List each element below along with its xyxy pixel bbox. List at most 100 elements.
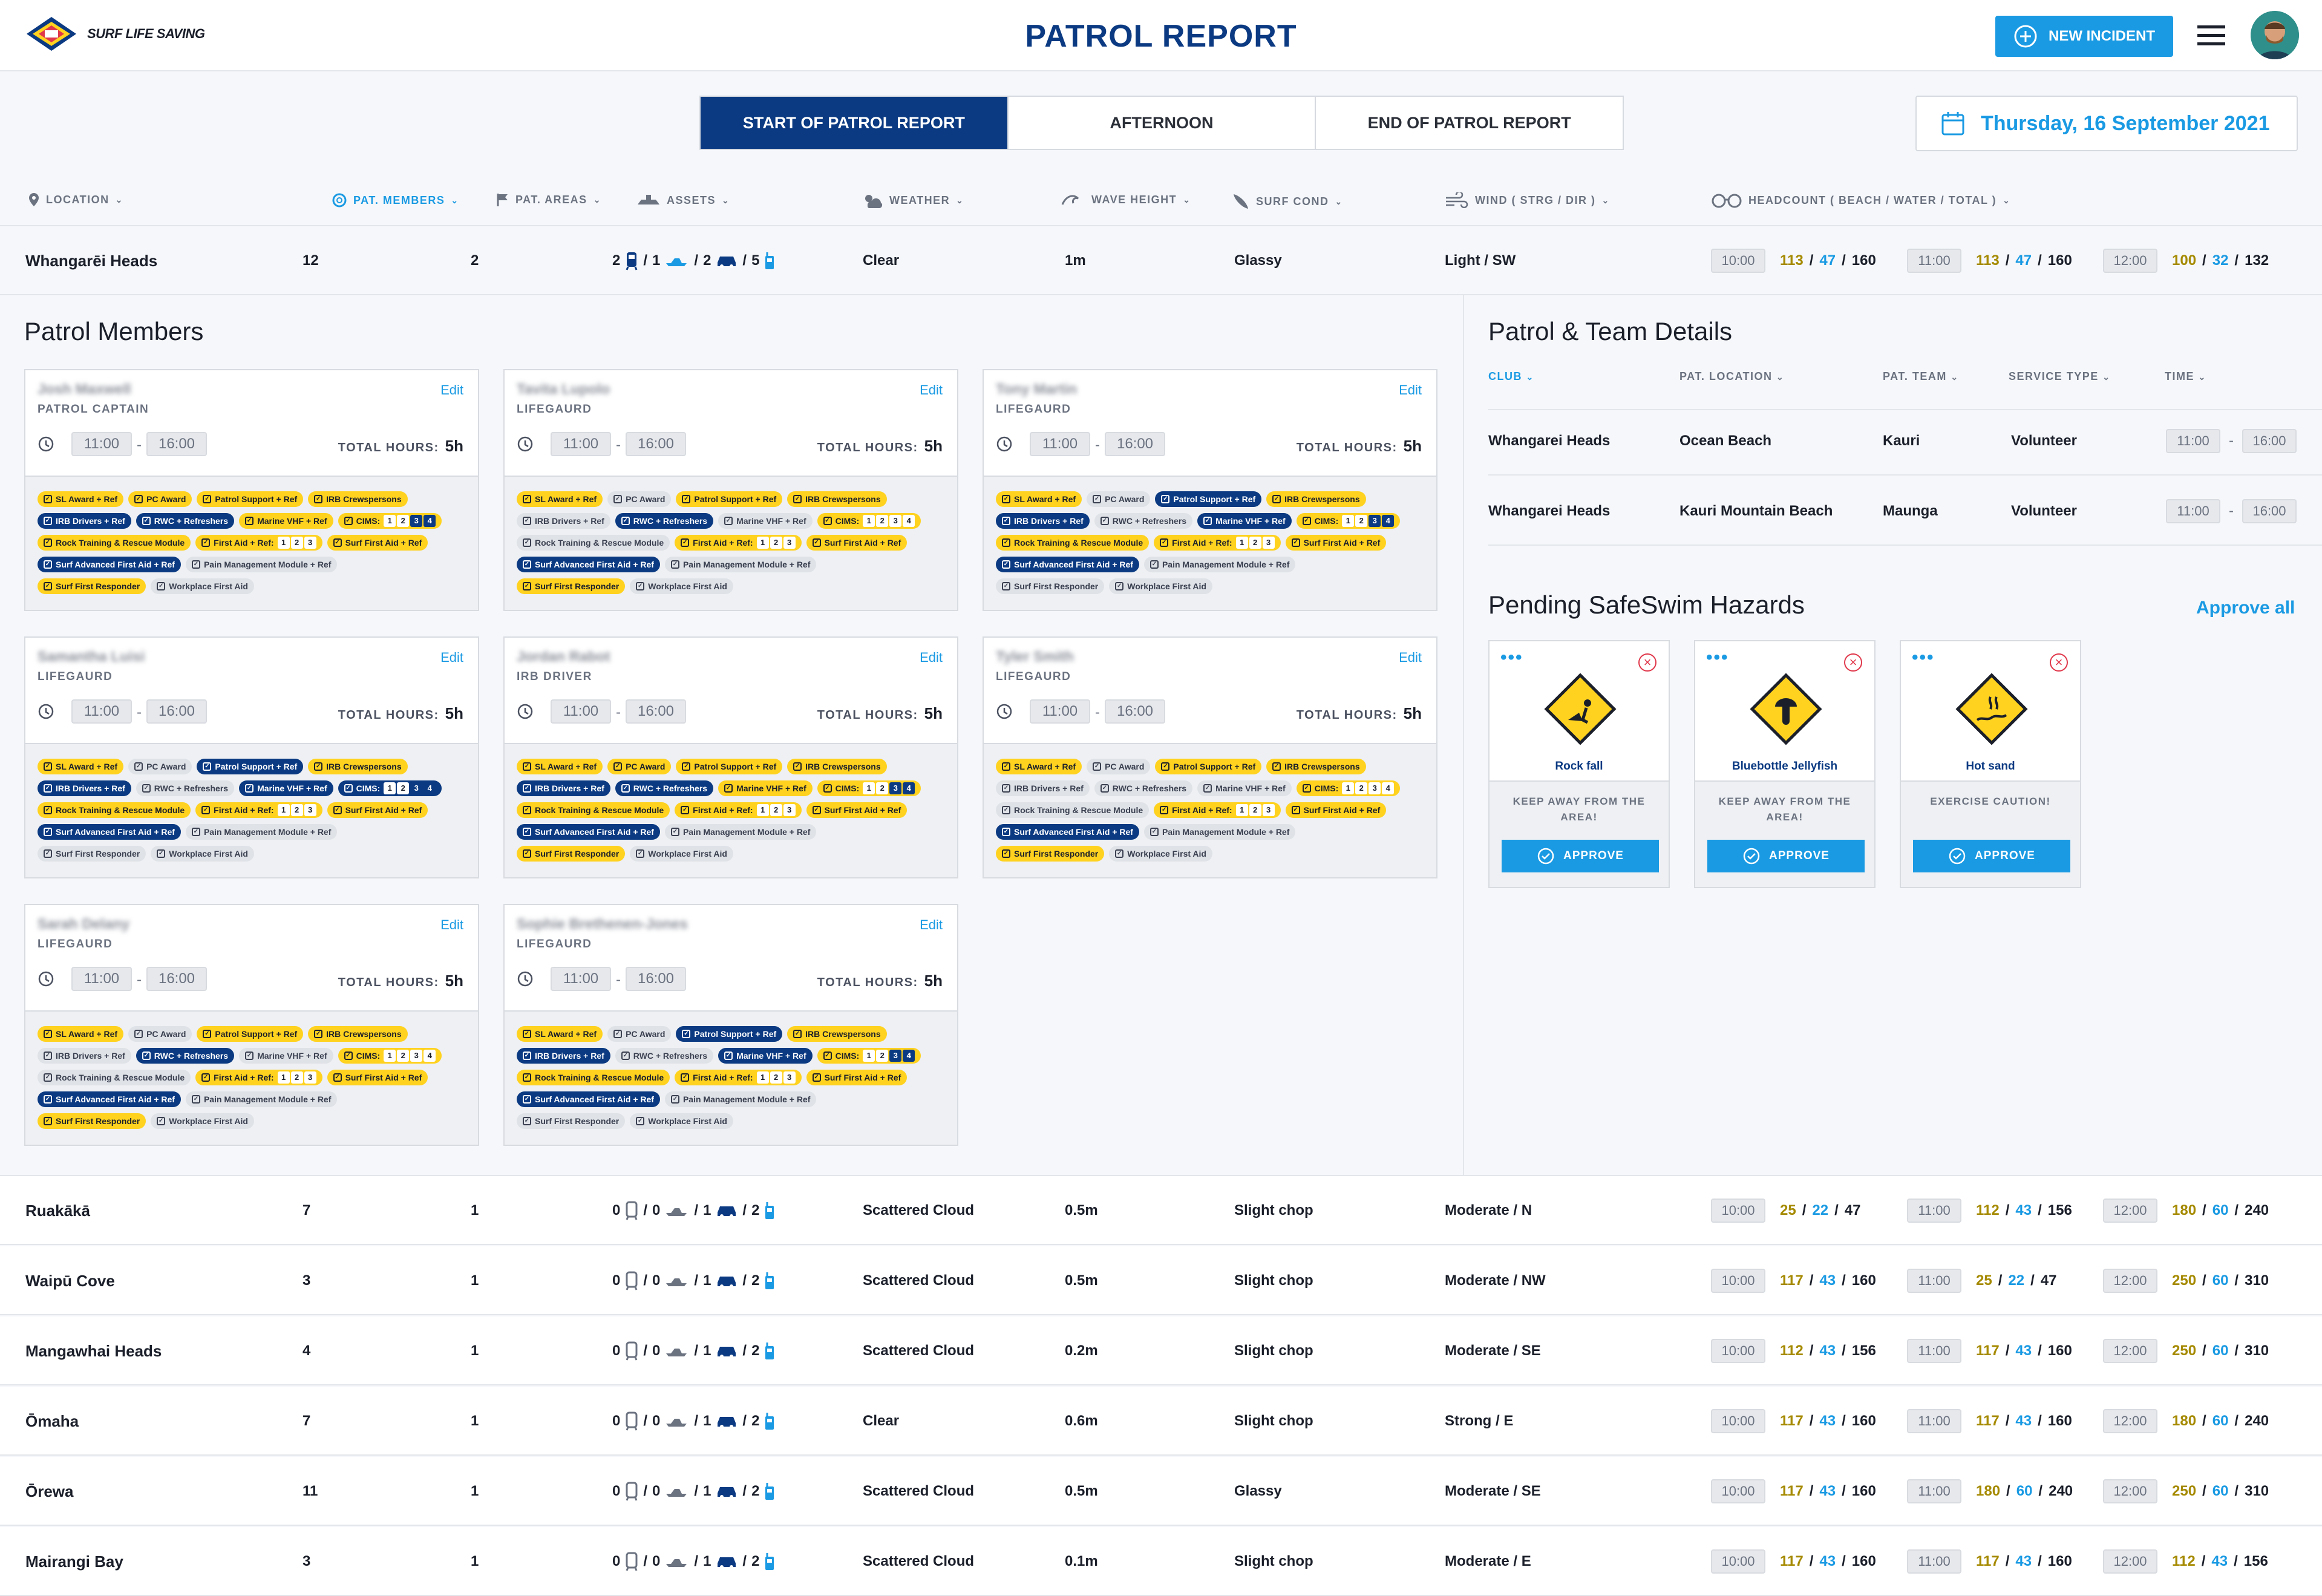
tab-end-of-patrol[interactable]: END OF PATROL REPORT [1315, 97, 1623, 149]
time-end[interactable]: 16:00 [2242, 499, 2297, 523]
col-wave-height[interactable]: WAVE HEIGHT ⌄ [1061, 192, 1191, 207]
time-separator: - [137, 704, 142, 721]
end-time[interactable]: 16:00 [146, 432, 207, 456]
time-chip: 11:00 [1907, 1269, 1961, 1293]
badge-cims: ✓ CIMS: 1 2 3 4 [338, 780, 442, 796]
table-row[interactable]: Ruakākā 7 1 0/0/1/2 Scattered Cloud 0.5m… [0, 1176, 2322, 1245]
badge-row: ✓ Rock Training & Rescue Module ✓ First Aid… [517, 1070, 945, 1085]
badge-row: ✓ Surf First Responder ✓ Workplace First Ai… [996, 846, 1424, 862]
col-location[interactable]: LOCATION ⌄ [28, 192, 123, 207]
table-row[interactable]: Mairangi Bay 3 1 0/0/1/2 Scattered Cloud… [0, 1527, 2322, 1596]
edit-link[interactable]: Edit [920, 650, 943, 666]
end-time[interactable]: 16:00 [146, 699, 207, 724]
new-incident-button[interactable]: NEW INCIDENT [1995, 16, 2173, 57]
jetski-icon [666, 1559, 687, 1567]
jetski-icon [666, 258, 687, 266]
badge-label: Surf First Aid + Ref [1303, 805, 1381, 815]
table-row[interactable]: Mangawhai Heads 4 1 0/0/1/2 Scattered Cl… [0, 1316, 2322, 1385]
approve-all-link[interactable]: Approve all [2196, 598, 2295, 618]
row-wind: Moderate / SE [1445, 1483, 1541, 1499]
approve-button[interactable]: APPROVE [1502, 840, 1659, 872]
col-headcount[interactable]: HEADCOUNT ( BEACH / WATER / TOTAL ) ⌄ [1711, 192, 2010, 208]
check-icon: ✓ [157, 582, 166, 590]
report-tabs: START OF PATROL REPORT AFTERNOON END OF … [699, 96, 1624, 150]
check-icon: ✓ [1161, 762, 1170, 771]
end-time[interactable]: 16:00 [626, 967, 686, 991]
edit-link[interactable]: Edit [440, 650, 463, 666]
hamburger-menu-icon[interactable] [2197, 25, 2225, 46]
start-time[interactable]: 11:00 [1030, 699, 1090, 724]
edit-link[interactable]: Edit [1399, 382, 1422, 398]
col-surf-cond[interactable]: SURF COND ⌄ [1232, 192, 1343, 211]
approve-button[interactable]: APPROVE [1707, 840, 1865, 872]
table-row-selected[interactable]: Whangarēi Heads 12 2 2 /1 /2 /5 Clear 1m… [0, 226, 2322, 295]
badge-wfa: ✓ Workplace First Aid [630, 1113, 733, 1129]
team-col-service[interactable]: SERVICE TYPE ⌄ [2009, 370, 2110, 383]
more-options-icon[interactable]: ••• [1500, 649, 1523, 667]
col-weather[interactable]: WEATHER ⌄ [862, 192, 964, 208]
user-avatar[interactable] [2251, 11, 2299, 59]
badge-label: Patrol Support + Ref [694, 1029, 777, 1039]
end-time[interactable]: 16:00 [146, 967, 207, 991]
badge-label: PC Award [626, 1029, 666, 1039]
edit-link[interactable]: Edit [920, 382, 943, 398]
tab-afternoon[interactable]: AFTERNOON [1007, 97, 1315, 149]
member-role: LIFEGAURD [38, 670, 113, 683]
end-time[interactable]: 16:00 [1105, 699, 1165, 724]
team-col-team[interactable]: PAT. TEAM ⌄ [1883, 370, 1959, 383]
time-chip: 11:00 [1907, 1409, 1961, 1433]
qualification-badges: ✓ SL Award + Ref ✓ PC Award ✓ Patrol Support … [25, 476, 478, 610]
tab-start-of-patrol[interactable]: START OF PATROL REPORT [701, 97, 1007, 149]
end-time[interactable]: 16:00 [1105, 432, 1165, 456]
badge-safa: ✓ Surf Advanced First Aid + Ref [517, 1091, 660, 1107]
start-time[interactable]: 11:00 [71, 967, 132, 991]
team-col-club[interactable]: CLUB ⌄ [1488, 370, 1534, 383]
start-time[interactable]: 11:00 [551, 432, 611, 456]
end-time[interactable]: 16:00 [626, 432, 686, 456]
dismiss-icon[interactable]: × [2050, 653, 2068, 672]
team-row[interactable]: Whangarei Heads Kauri Mountain Beach Mau… [1488, 477, 2322, 546]
date-picker[interactable]: Thursday, 16 September 2021 [1915, 96, 2298, 151]
more-options-icon[interactable]: ••• [1912, 649, 1935, 667]
edit-link[interactable]: Edit [440, 382, 463, 398]
start-time[interactable]: 11:00 [71, 432, 132, 456]
team-col-location[interactable]: PAT. LOCATION ⌄ [1679, 370, 1784, 383]
water-count: 47 [2015, 252, 2032, 269]
badge-wfa: ✓ Workplace First Aid [151, 1113, 254, 1129]
table-row[interactable]: Waipū Cove 3 1 0/0/1/2 Scattered Cloud 0… [0, 1246, 2322, 1315]
start-time[interactable]: 11:00 [1030, 432, 1090, 456]
badge-level: 2 [397, 515, 410, 527]
jetski-icon [666, 1208, 687, 1216]
check-icon: ✓ [333, 1073, 342, 1082]
team-col-time[interactable]: TIME ⌄ [2165, 370, 2206, 383]
time-chip: 12:00 [2103, 249, 2157, 273]
badge-sl: ✓ SL Award + Ref [38, 1026, 124, 1042]
approve-button[interactable]: APPROVE [1913, 840, 2070, 872]
start-time[interactable]: 11:00 [551, 967, 611, 991]
row-weather: Clear [863, 1413, 900, 1429]
start-time[interactable]: 11:00 [71, 699, 132, 724]
start-time[interactable]: 11:00 [551, 699, 611, 724]
row-wave: 1m [1065, 252, 1086, 269]
time-start[interactable]: 11:00 [2166, 499, 2220, 523]
time-start[interactable]: 11:00 [2166, 429, 2220, 453]
col-pat-members[interactable]: PAT. MEMBERS ⌄ [332, 192, 459, 208]
edit-link[interactable]: Edit [1399, 650, 1422, 666]
new-incident-label: NEW INCIDENT [2049, 28, 2155, 44]
col-wave-height-label: WAVE HEIGHT [1091, 193, 1177, 206]
dismiss-icon[interactable]: × [1638, 653, 1656, 672]
edit-link[interactable]: Edit [440, 917, 463, 933]
table-row[interactable]: Ōrewa 11 1 0/0/1/2 Scattered Cloud 0.5m … [0, 1457, 2322, 1526]
col-wind[interactable]: WIND ( STRG / DIR ) ⌄ [1445, 192, 1610, 208]
team-row[interactable]: Whangarei Heads Ocean Beach Kauri Volunt… [1488, 407, 2322, 476]
col-pat-areas[interactable]: PAT. AREAS ⌄ [496, 192, 601, 207]
col-assets[interactable]: ASSETS ⌄ [636, 192, 730, 208]
more-options-icon[interactable]: ••• [1706, 649, 1729, 667]
table-row[interactable]: Ōmaha 7 1 0/0/1/2 Clear 0.6m Slight chop… [0, 1387, 2322, 1456]
edit-link[interactable]: Edit [920, 917, 943, 933]
end-time[interactable]: 16:00 [626, 699, 686, 724]
time-end[interactable]: 16:00 [2242, 429, 2297, 453]
dismiss-icon[interactable]: × [1844, 653, 1862, 672]
badge-rtrm: ✓ Rock Training & Rescue Module [996, 802, 1150, 818]
badge-label: Pain Management Module + Ref [682, 560, 811, 569]
